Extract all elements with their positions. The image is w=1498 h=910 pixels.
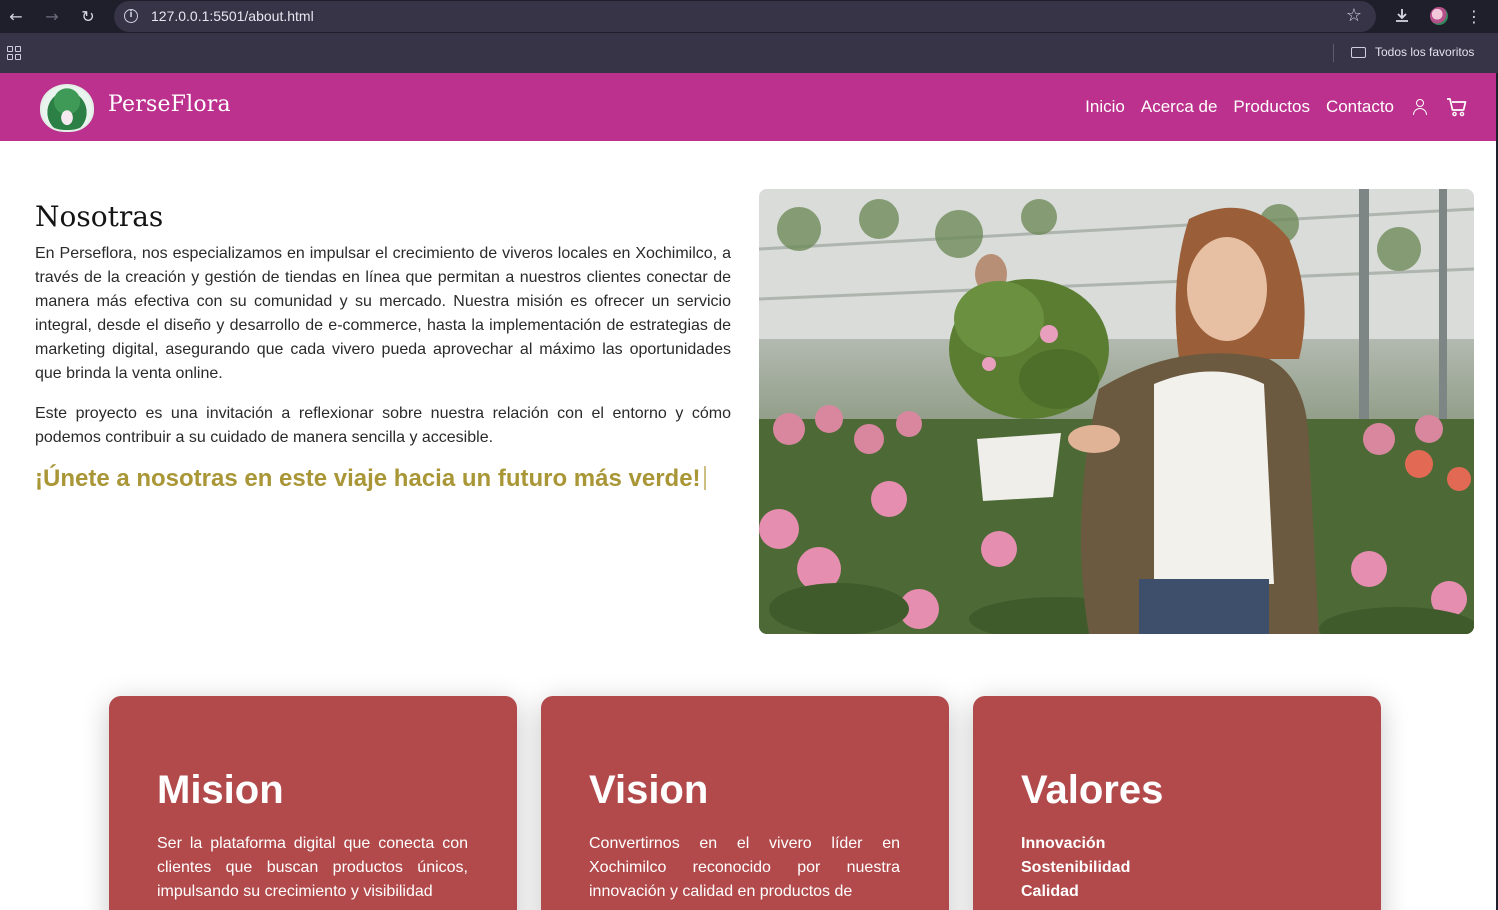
apps-grid-icon[interactable] [7,46,21,60]
nav-link-contacto[interactable]: Contacto [1326,97,1394,117]
valores-list: Innovación Sostenibilidad Calidad [1021,832,1130,904]
about-title: Nosotras [35,200,164,233]
card-mision-title: Mision [157,768,284,812]
back-icon[interactable]: ← [4,5,28,27]
profile-avatar[interactable] [1430,7,1448,25]
url-text[interactable]: 127.0.0.1:5501/about.html [151,8,314,24]
reload-icon[interactable]: ↻ [76,5,100,27]
nav-link-productos[interactable]: Productos [1233,97,1310,117]
about-photo [759,189,1474,634]
card-vision-title: Vision [589,768,709,812]
card-vision: Vision Convertirnos en el vivero líder e… [541,696,949,910]
typing-caret [703,466,706,490]
forward-icon[interactable]: → [40,5,64,27]
valores-item: Calidad [1021,883,1079,900]
greenhouse-photo-illustration [759,189,1474,634]
main-nav: Inicio Acerca de Productos Contacto [1085,73,1496,141]
folder-icon[interactable] [1351,47,1366,58]
nav-link-acerca-de[interactable]: Acerca de [1141,97,1218,117]
card-mision-text: Ser la plataforma digital que conecta co… [157,835,468,900]
about-paragraph-1: En Perseflora, nos especializamos en imp… [35,245,731,382]
card-mision: Mision Ser la plataforma digital que con… [109,696,517,910]
logo[interactable] [40,84,94,132]
bookmarks-folder-label[interactable]: Todos los favoritos [1375,45,1474,59]
star-icon[interactable]: ☆ [1346,5,1362,26]
card-valores: Valores Innovación Sostenibilidad Calida… [973,696,1381,910]
valores-item: Sostenibilidad [1021,859,1131,876]
bookmarks-bar: Todos los favoritos [0,33,1498,73]
brand-name[interactable]: PerseFlora [108,92,231,117]
browser-toolbar: ← → ↻ i 127.0.0.1:5501/about.html ☆ ⋮ [0,0,1498,33]
card-valores-title: Valores [1021,768,1164,812]
valores-item: Innovación [1021,835,1106,852]
bookmarks-separator [1333,44,1334,62]
about-paragraph-2: Este proyecto es una invitación a reflex… [35,405,731,446]
tagline-text: ¡Únete a nosotras en este viaje hacia un… [35,465,701,492]
info-icon[interactable]: i [124,9,138,23]
download-icon[interactable] [1390,5,1414,27]
address-bar[interactable]: i 127.0.0.1:5501/about.html ☆ [114,1,1376,32]
kebab-menu-icon[interactable]: ⋮ [1462,5,1486,27]
site-header: PerseFlora Inicio Acerca de Productos Co… [0,73,1496,141]
card-vision-text: Convertirnos en el vivero líder en Xochi… [589,835,900,900]
nav-link-inicio[interactable]: Inicio [1085,97,1125,117]
cart-icon[interactable] [1446,97,1468,117]
user-icon[interactable] [1412,98,1428,116]
tagline: ¡Únete a nosotras en este viaje hacia un… [35,465,706,493]
